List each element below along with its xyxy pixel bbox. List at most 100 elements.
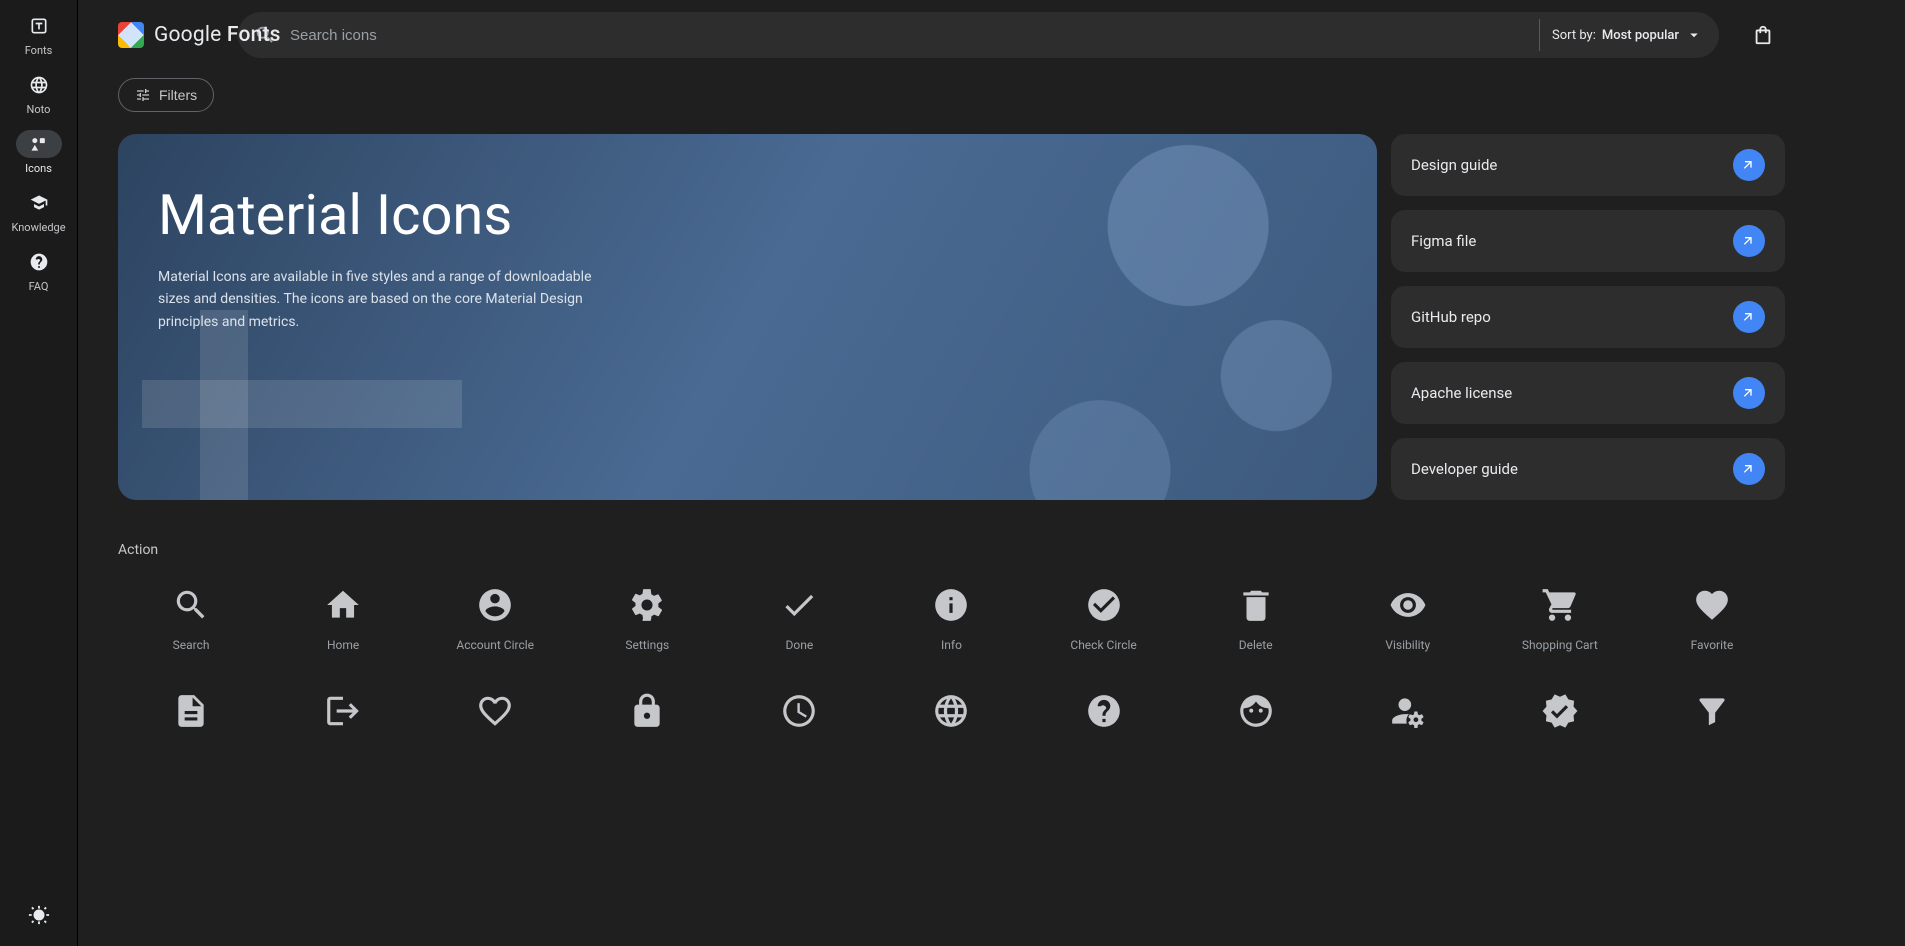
nav-knowledge[interactable]: Knowledge: [0, 189, 77, 234]
icon-label: Shopping Cart: [1522, 638, 1598, 652]
filter-alt-icon: [1693, 692, 1731, 730]
icon-label: Delete: [1239, 638, 1273, 652]
hero-banner: Material Icons Material Icons are availa…: [118, 134, 1377, 500]
icon-cell-manage-accounts[interactable]: [1335, 682, 1481, 782]
lock-icon: [628, 692, 666, 730]
topbar: Google Fonts Sort by: Most popular: [118, 12, 1785, 58]
sidebar: Fonts Noto Icons Knowledge FAQ: [0, 0, 78, 946]
search-icon: [172, 586, 210, 624]
icon-cell-schedule[interactable]: [726, 682, 872, 782]
icon-label: Check Circle: [1070, 638, 1136, 652]
nav-label: FAQ: [29, 280, 49, 293]
link-label: Developer guide: [1411, 460, 1518, 478]
check-circle-icon: [1085, 586, 1123, 624]
open-link-icon: [1733, 377, 1765, 409]
sort-prefix: Sort by:: [1552, 28, 1596, 43]
filters-row: Filters: [118, 78, 1785, 112]
link-github-repo[interactable]: GitHub repo: [1391, 286, 1785, 348]
chevron-down-icon: [1685, 26, 1703, 44]
manage-accounts-icon: [1389, 692, 1427, 730]
settings-icon: [628, 586, 666, 624]
verified-icon: [1541, 692, 1579, 730]
icon-grid: Search Home Account Circle Settings Done…: [118, 576, 1785, 782]
done-icon: [780, 586, 818, 624]
filters-label: Filters: [159, 87, 197, 103]
schedule-icon: [780, 692, 818, 730]
book-icon: [29, 193, 49, 213]
google-fonts-mark: [118, 22, 144, 48]
icon-cell-account-circle[interactable]: Account Circle: [422, 576, 568, 676]
info-icon: [932, 586, 970, 624]
delete-icon: [1237, 586, 1275, 624]
hero-description: Material Icons are available in five sty…: [158, 266, 618, 333]
logout-icon: [324, 692, 362, 730]
icon-label: Settings: [625, 638, 669, 652]
open-link-icon: [1733, 453, 1765, 485]
brand-logo[interactable]: Google Fonts: [118, 22, 281, 48]
icon-cell-filter-alt[interactable]: [1639, 682, 1785, 782]
link-design-guide[interactable]: Design guide: [1391, 134, 1785, 196]
icon-cell-favorite[interactable]: Favorite: [1639, 576, 1785, 676]
link-label: Figma file: [1411, 232, 1476, 250]
tune-icon: [135, 87, 151, 103]
icon-cell-help[interactable]: [1031, 682, 1177, 782]
nav-icons[interactable]: Icons: [0, 130, 77, 175]
divider: [1539, 19, 1540, 51]
filters-chip[interactable]: Filters: [118, 78, 214, 112]
nav-faq[interactable]: FAQ: [0, 248, 77, 293]
icon-label: Favorite: [1691, 638, 1734, 652]
help-icon: [29, 252, 49, 272]
link-label: Design guide: [1411, 156, 1497, 174]
shopping-cart-icon: [1541, 586, 1579, 624]
description-icon: [172, 692, 210, 730]
open-link-icon: [1733, 225, 1765, 257]
globe-icon: [29, 75, 49, 95]
icon-cell-lock[interactable]: [574, 682, 720, 782]
link-label: Apache license: [1411, 384, 1512, 402]
nav-noto[interactable]: Noto: [0, 71, 77, 116]
shapes-icon: [29, 134, 49, 154]
face-icon: [1237, 692, 1275, 730]
icon-label: Done: [786, 638, 814, 652]
visibility-icon: [1389, 586, 1427, 624]
main-content: Google Fonts Sort by: Most popular: [78, 0, 1905, 946]
icon-cell-info[interactable]: Info: [878, 576, 1024, 676]
nav-label: Knowledge: [11, 221, 65, 234]
open-link-icon: [1733, 301, 1765, 333]
sort-dropdown[interactable]: Sort by: Most popular: [1552, 26, 1703, 44]
link-figma-file[interactable]: Figma file: [1391, 210, 1785, 272]
icon-cell-logout[interactable]: [270, 682, 416, 782]
icon-cell-verified[interactable]: [1487, 682, 1633, 782]
search-input[interactable]: [288, 26, 1527, 45]
icon-cell-description[interactable]: [118, 682, 264, 782]
nav-label: Noto: [27, 103, 51, 116]
icon-cell-home[interactable]: Home: [270, 576, 416, 676]
nav-fonts[interactable]: Fonts: [0, 12, 77, 57]
brand-text: Google Fonts: [154, 23, 281, 47]
icon-cell-done[interactable]: Done: [726, 576, 872, 676]
help-icon: [1085, 692, 1123, 730]
brand-name: Google: [154, 23, 222, 47]
sort-value: Most popular: [1602, 28, 1679, 43]
theme-toggle[interactable]: [28, 904, 50, 930]
nav-label: Fonts: [25, 44, 53, 57]
icon-cell-visibility[interactable]: Visibility: [1335, 576, 1481, 676]
icon-cell-check-circle[interactable]: Check Circle: [1031, 576, 1177, 676]
favorite-border-icon: [476, 692, 514, 730]
icon-label: Account Circle: [456, 638, 534, 652]
icon-cell-face[interactable]: [1183, 682, 1329, 782]
hero-links: Design guide Figma file GitHub repo Apac…: [1391, 134, 1785, 500]
font-icon: [29, 16, 49, 36]
shopping-bag-button[interactable]: [1741, 13, 1785, 57]
link-apache-license[interactable]: Apache license: [1391, 362, 1785, 424]
icon-cell-language[interactable]: [878, 682, 1024, 782]
icon-cell-settings[interactable]: Settings: [574, 576, 720, 676]
icon-cell-favorite-border[interactable]: [422, 682, 568, 782]
icon-cell-search[interactable]: Search: [118, 576, 264, 676]
language-icon: [932, 692, 970, 730]
icon-cell-delete[interactable]: Delete: [1183, 576, 1329, 676]
icon-cell-shopping-cart[interactable]: Shopping Cart: [1487, 576, 1633, 676]
home-icon: [324, 586, 362, 624]
link-developer-guide[interactable]: Developer guide: [1391, 438, 1785, 500]
favorite-icon: [1693, 586, 1731, 624]
